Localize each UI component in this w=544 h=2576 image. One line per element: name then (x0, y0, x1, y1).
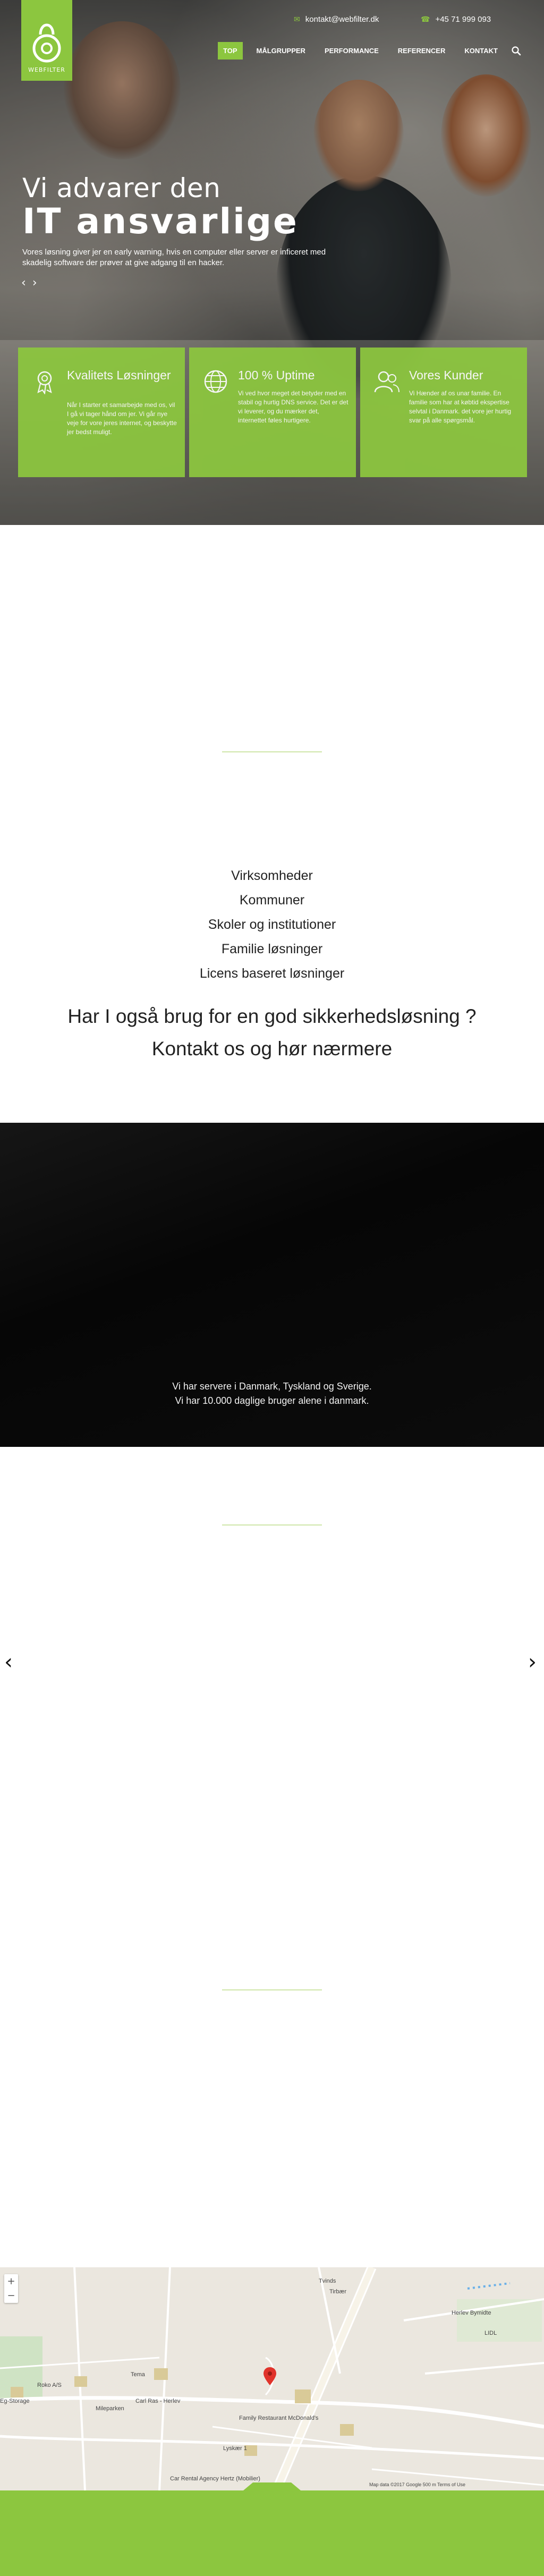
audience-item: Skoler og institutioner (208, 917, 336, 932)
feature-body: Når I starter et samarbejde med os, vil … (67, 401, 177, 436)
zoom-in-button[interactable]: + (4, 2274, 18, 2289)
envelope-icon: ✉ (294, 15, 300, 23)
map-label: Eg-Storage (0, 2398, 30, 2404)
email-link[interactable]: ✉ kontakt@webfilter.dk (294, 15, 379, 24)
phone-text: +45 71 999 093 (435, 15, 491, 24)
map-label: Herlev Bymidte (452, 2310, 491, 2316)
zoom-out-button[interactable]: − (4, 2289, 18, 2303)
audience-item: Kommuner (239, 893, 305, 908)
section-divider (222, 1989, 322, 1990)
feature-card-customers: Vores Kunder Vi Hænder af os unar famili… (360, 348, 527, 477)
award-icon (37, 371, 52, 394)
map-label: LIDL (484, 2330, 497, 2336)
cta-subheading: Kontakt os og hør nærmere (151, 1038, 393, 1060)
nav-item-performance[interactable]: PERFORMANCE (319, 42, 384, 60)
logo-text: WEBFILTER (28, 66, 65, 73)
map-label: Mileparken (96, 2405, 124, 2412)
hero-heading-line1: Vi advarer den (22, 173, 221, 204)
chevron-left-icon[interactable]: ‹ (4, 1650, 13, 1674)
map-label: Tirbær (329, 2289, 346, 2295)
phone-link[interactable]: ☎ +45 71 999 093 (421, 15, 491, 24)
map-label: Roko A/S (37, 2382, 62, 2388)
hero-description: Vores løsning giver jer en early warning… (22, 248, 326, 267)
section-divider (222, 1524, 322, 1526)
feature-title: Vores Kunder (409, 368, 483, 382)
map-roads (0, 2267, 544, 2490)
chevron-left-icon[interactable]: ‹ (21, 276, 26, 290)
map-label: Car Rental Agency Hertz (Mobilier) (170, 2476, 260, 2482)
nav-item-top[interactable]: TOP (218, 41, 243, 60)
phone-icon: ☎ (421, 15, 430, 23)
feature-card-uptime: 100 % Uptime Vi ved hvor meget det betyd… (189, 348, 356, 477)
servers-text-line2: Vi har 10.000 daglige bruger alene i dan… (175, 1395, 369, 1406)
nav-item-kontakt[interactable]: KONTAKT (459, 42, 503, 60)
map-label: Tema (131, 2371, 145, 2378)
feature-body: Vi ved hvor meget det betyder med en sta… (238, 389, 348, 424)
cta-heading: Har I også brug for en god sikkerhedsløs… (67, 1005, 477, 1027)
nav-item-malgrupper[interactable]: MÅLGRUPPER (251, 42, 311, 60)
feature-body: Vi Hænder af os unar familie. En familie… (409, 389, 512, 424)
globe-icon (204, 370, 227, 393)
chevron-right-icon[interactable]: › (528, 1650, 537, 1674)
search-icon[interactable] (511, 46, 522, 56)
main-nav: TOP MÅLGRUPPER PERFORMANCE REFERENCER KO… (218, 41, 512, 60)
audience-item: Familie løsninger (221, 942, 323, 956)
map-zoom-control: + − (4, 2274, 18, 2303)
map-label: Tvinds (319, 2278, 336, 2284)
feature-title: Kvalitets Løsninger (67, 368, 171, 382)
servers-text-line1: Vi har servere i Danmark, Tyskland og Sv… (172, 1381, 372, 1392)
section-divider (222, 751, 322, 752)
map-label: Family Restaurant McDonald's (239, 2415, 319, 2421)
location-map[interactable]: Roko A/S Carl Ras - Herlev Family Restau… (0, 2267, 544, 2490)
hero-heading-line2: IT ansvarlige (22, 201, 299, 242)
feature-title: 100 % Uptime (238, 368, 315, 382)
hero-slider-controls: ‹ › (21, 276, 37, 290)
logo[interactable]: WEBFILTER (21, 0, 72, 81)
topbar: ✉ kontakt@webfilter.dk ☎ +45 71 999 093 (0, 15, 544, 30)
map-attribution[interactable]: Map data ©2017 Google 500 m Terms of Use (369, 2482, 465, 2487)
users-icon (374, 371, 400, 393)
map-label: Carl Ras - Herlev (135, 2398, 181, 2404)
map-label: Lyskær 1 (223, 2445, 247, 2452)
email-text: kontakt@webfilter.dk (305, 15, 379, 24)
feature-card-quality: Kvalitets Løsninger Når I starter et sam… (18, 348, 185, 477)
footer (0, 2490, 544, 2576)
audience-item: Licens baseret løsninger (199, 966, 345, 981)
nav-item-referencer[interactable]: REFERENCER (393, 42, 451, 60)
chevron-right-icon[interactable]: › (32, 276, 37, 290)
audience-item: Virksomheder (231, 868, 313, 883)
